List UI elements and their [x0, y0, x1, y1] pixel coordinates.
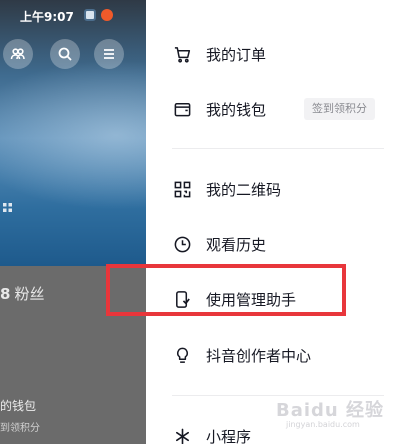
menu-item-label: 抖音创作者中心: [206, 346, 312, 365]
menu-item-qr-code[interactable]: 我的二维码: [146, 171, 401, 207]
notification-icon: [84, 9, 96, 21]
profile-background: 上午9:07 8 粉丝 的钱包 到领积分: [0, 0, 146, 444]
watermark-sub: jingyan.baidu.com: [286, 420, 360, 429]
menu-button[interactable]: [94, 39, 124, 69]
divider: [172, 148, 384, 149]
menu-item-orders[interactable]: 我的订单: [146, 36, 401, 72]
search-button[interactable]: [50, 39, 80, 69]
search-icon: [58, 47, 72, 61]
fans-label: 粉丝: [14, 285, 45, 303]
menu-item-wallet[interactable]: 我的钱包 签到领积分: [146, 91, 401, 127]
cart-icon: [174, 46, 190, 63]
checkin-points-badge: 签到领积分: [304, 98, 375, 120]
menu-item-label: 我的订单: [206, 45, 267, 64]
menu-item-label: 我的钱包: [206, 100, 267, 119]
friends-icon: [10, 48, 25, 60]
qr-mini-icon: [3, 203, 12, 212]
menu-item-label: 观看历史: [206, 235, 267, 254]
wallet-icon: [174, 102, 190, 116]
points-entry-partial: 到领积分: [0, 423, 40, 434]
fans-stat[interactable]: 8 粉丝: [0, 283, 44, 304]
menu-item-creator-center[interactable]: 抖音创作者中心: [146, 337, 401, 373]
menu-icon: [104, 49, 114, 59]
highlight-annotation: [106, 264, 346, 316]
watermark: Baidu 经验: [276, 400, 385, 421]
wallet-entry-partial: 的钱包: [0, 399, 37, 413]
clock-icon: [174, 236, 190, 252]
app-notification-icon: [101, 9, 113, 21]
menu-item-label: 小程序: [206, 427, 252, 444]
status-time: 上午9:07: [20, 10, 74, 24]
menu-item-watch-history[interactable]: 观看历史: [146, 226, 401, 262]
menu-item-label: 我的二维码: [206, 180, 282, 199]
side-drawer: 我的订单 我的钱包 签到领积分 我的二维码 观看历史 使用管理助手 抖音创作者中…: [146, 0, 401, 444]
mini-program-icon: [175, 428, 189, 444]
qr-code-icon: [174, 181, 190, 197]
friends-button[interactable]: [3, 39, 33, 69]
lightbulb-icon: [176, 347, 188, 363]
fans-count: 8: [0, 285, 11, 303]
